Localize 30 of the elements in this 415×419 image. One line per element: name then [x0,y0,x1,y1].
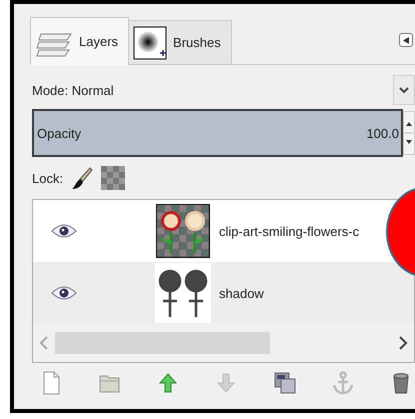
eye-icon [51,224,77,238]
flowers-thumbnail [155,203,211,259]
layer-row[interactable]: shadow [33,262,414,324]
layer-name: clip-art-smiling-flowers-c [219,224,360,238]
panel-tab[interactable]: Layers [30,17,130,65]
layer-name: shadow [219,286,264,300]
lock-pixels-toggle[interactable] [71,166,94,190]
opacity-spinner[interactable] [403,111,415,155]
eye-icon [51,286,77,300]
checkerboard-icon [101,166,126,190]
brush-preview-icon [133,26,168,60]
opacity-slider[interactable]: Opacity 100.0 [32,109,403,157]
panel-tab[interactable]: Brushes [128,20,232,64]
tab-menu-button[interactable] [399,33,413,47]
lock-alpha-toggle[interactable] [101,166,126,190]
opacity-value: 100.0 [366,126,400,140]
mode-label: Mode: Normal [32,82,114,98]
visibility-toggle[interactable] [51,286,77,300]
left-triangle-icon [403,36,409,44]
paintbrush-icon [71,166,94,190]
chevron-down-icon [399,86,409,94]
horizontal-scrollbar[interactable] [33,324,414,362]
opacity-label: Opacity [36,126,82,140]
scrollbar-thumb[interactable] [55,332,270,354]
mode-dropdown-button[interactable] [393,75,415,105]
anchor-icon [330,371,355,395]
visibility-toggle[interactable] [51,224,77,238]
lock-label: Lock: [32,170,64,186]
stacked-squares-icon [272,371,297,395]
duplicate-layer-button[interactable] [272,371,297,395]
